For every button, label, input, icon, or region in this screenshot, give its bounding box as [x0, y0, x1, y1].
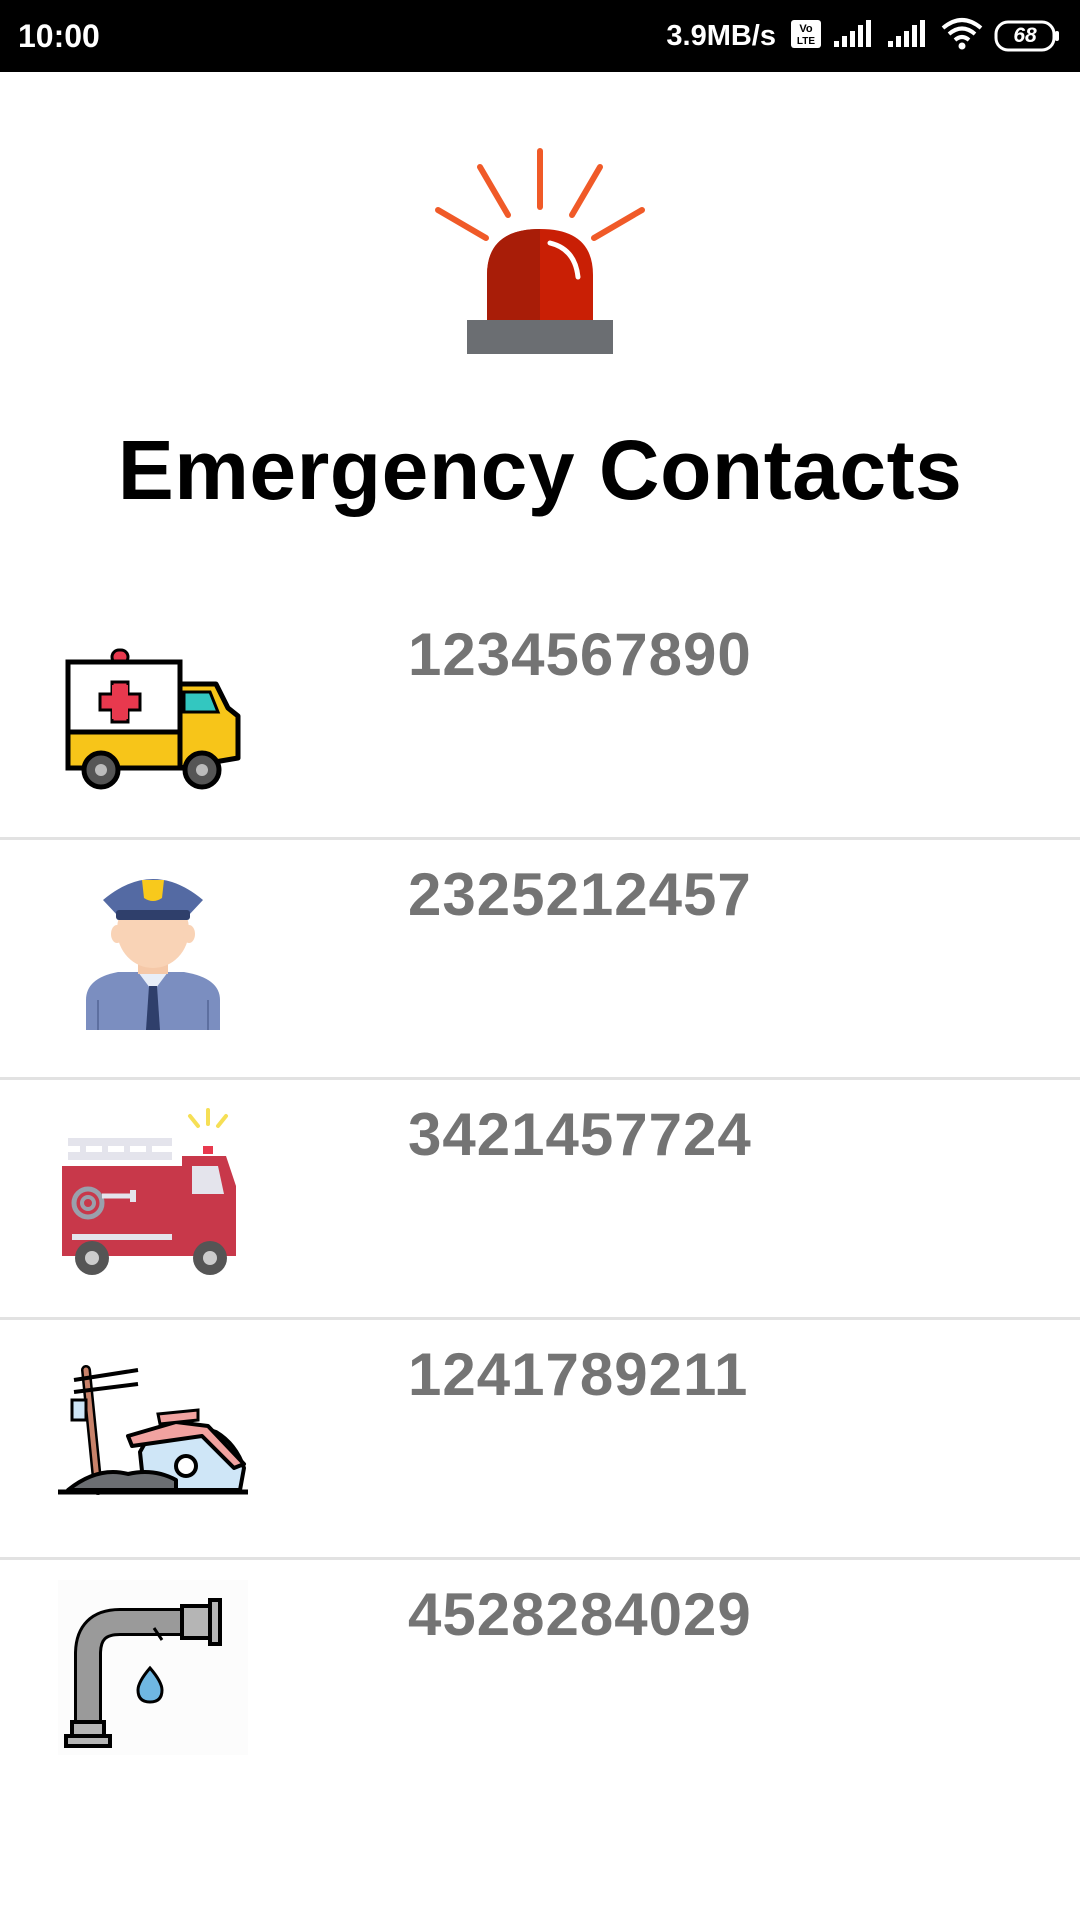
volte-icon: Vo LTE [790, 19, 822, 54]
leaking-pipe-icon [58, 1580, 248, 1755]
status-indicators: 3.9MB/s Vo LTE 68 [666, 14, 1062, 58]
status-time: 10:00 [18, 18, 100, 54]
contact-row-plumbing[interactable]: 4528284029 [0, 1560, 1080, 1800]
siren-icon [420, 145, 660, 360]
contact-number[interactable]: 3421457724 [408, 1100, 752, 1170]
svg-text:Vo: Vo [799, 23, 813, 35]
battery-icon: 68 [994, 19, 1062, 53]
signal-icon-2 [886, 19, 930, 54]
contact-row-ambulance[interactable]: 1234567890 [0, 600, 1080, 840]
network-speed: 3.9MB/s [666, 20, 776, 52]
page-title: Emergency Contacts [117, 423, 963, 517]
contact-row-fire[interactable]: 3421457724 [0, 1080, 1080, 1320]
contact-list: 1234567890 2325212457 3421457724 1241789… [0, 600, 1080, 1800]
contact-number[interactable]: 2325212457 [408, 860, 752, 930]
contact-row-police[interactable]: 2325212457 [0, 840, 1080, 1080]
contact-number[interactable]: 4528284029 [408, 1580, 752, 1650]
status-bar: 10:00 3.9MB/s Vo LTE 68 [0, 0, 1080, 72]
police-officer-icon [58, 860, 248, 1035]
ambulance-icon [58, 620, 248, 795]
contact-row-accident[interactable]: 1241789211 [0, 1320, 1080, 1560]
accident-icon [58, 1340, 248, 1515]
contact-number[interactable]: 1234567890 [408, 620, 752, 690]
svg-text:LTE: LTE [797, 36, 815, 47]
fire-truck-icon [58, 1100, 248, 1275]
battery-level: 68 [1013, 24, 1037, 47]
signal-icon [832, 19, 876, 54]
wifi-icon [940, 17, 984, 56]
contact-number[interactable]: 1241789211 [408, 1340, 748, 1410]
